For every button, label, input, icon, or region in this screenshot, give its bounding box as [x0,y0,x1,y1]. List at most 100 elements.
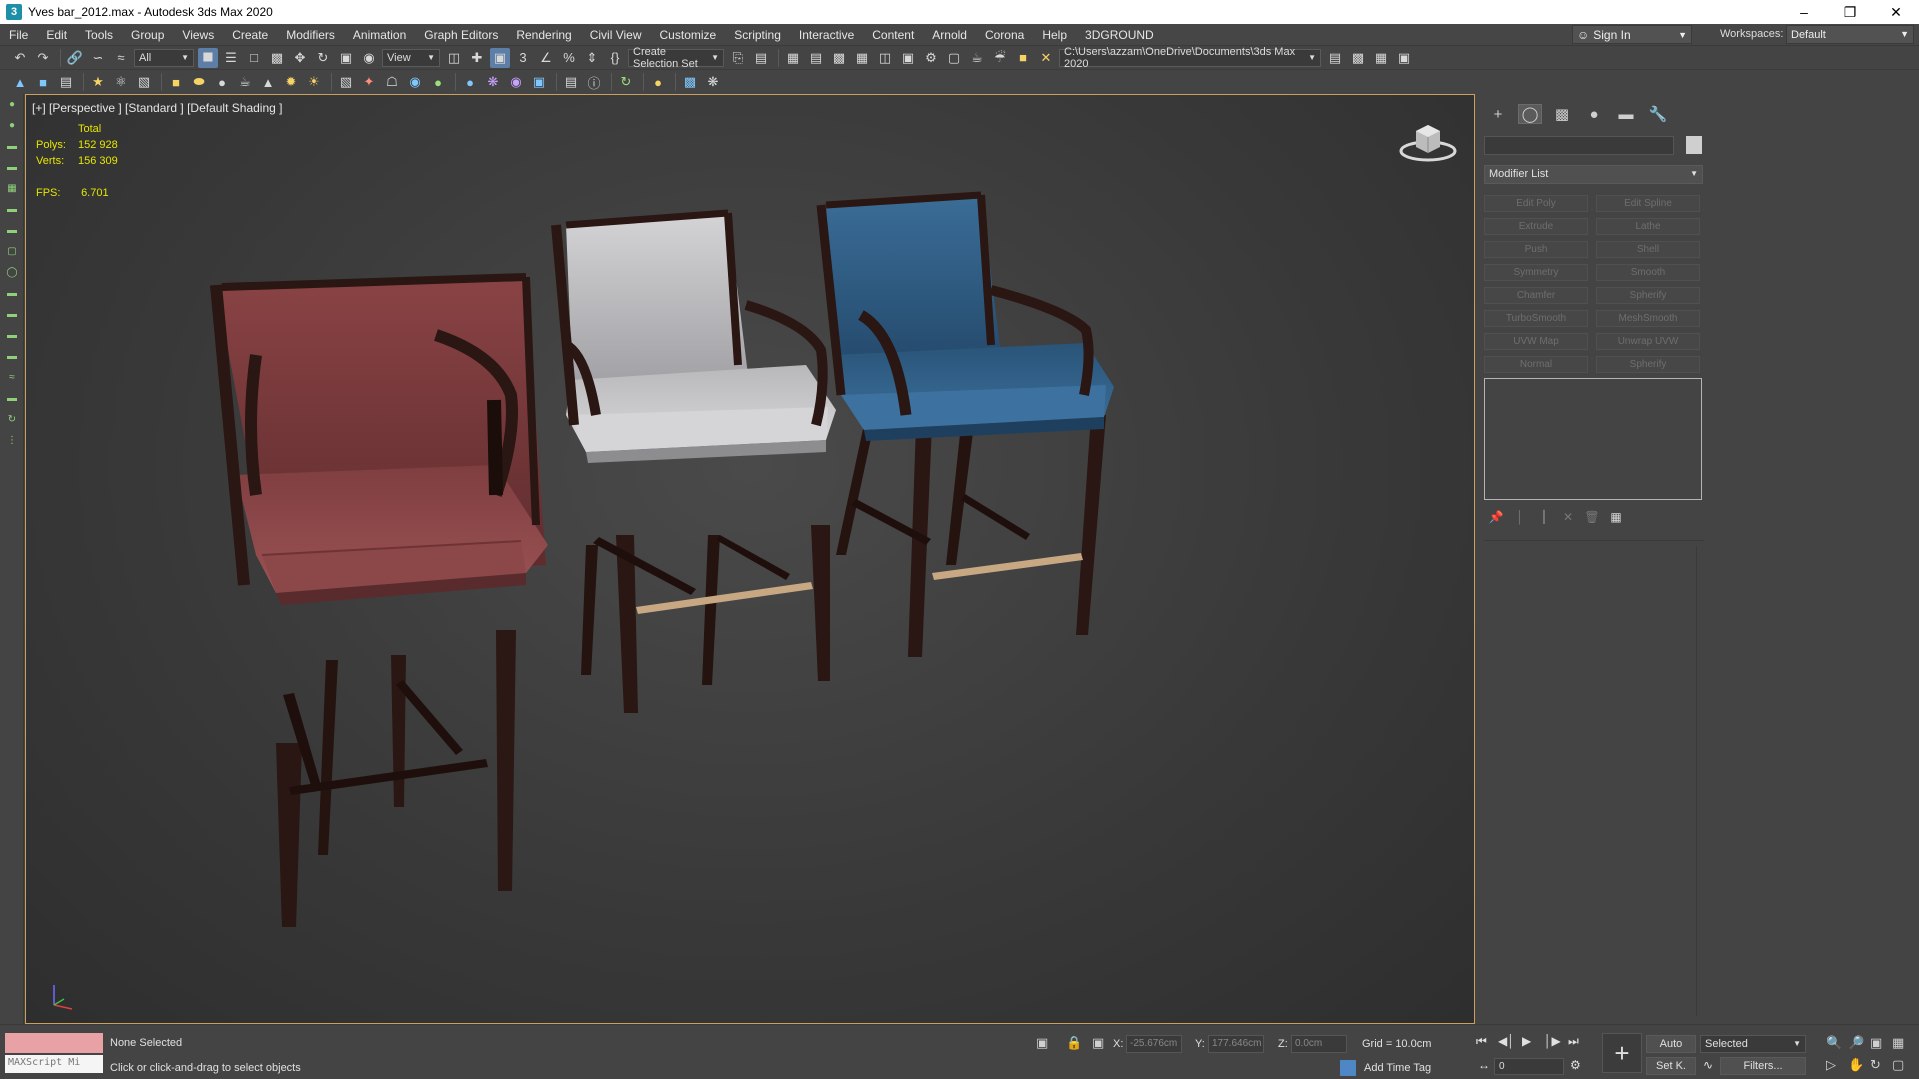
time-tag-icon[interactable] [1340,1060,1356,1076]
sun-icon[interactable]: ☀ [304,72,324,92]
uvw-map-button[interactable]: UVW Map [1484,333,1588,350]
move-icon[interactable]: ✥ [290,48,310,68]
railclone-icon[interactable]: ❋ [703,72,723,92]
particle-flow-icon[interactable]: ❋ [483,72,503,92]
menu-file[interactable]: File [0,24,37,46]
select-objects-icon[interactable]: ▲ [10,72,30,92]
selection-filter-dropdown[interactable]: All ▼ [134,48,194,67]
zoom-extents-all-icon[interactable]: ▦ [1892,1035,1904,1051]
add-time-tag[interactable]: Add Time Tag [1364,1062,1431,1074]
menu-customize[interactable]: Customize [651,24,726,46]
menu-modifiers[interactable]: Modifiers [277,24,344,46]
display-strip-icon[interactable]: ▦ [0,178,24,199]
select-by-layer-icon[interactable]: ■ [33,72,53,92]
shrink-strip-icon[interactable]: ▬ [0,346,24,367]
selection-lock-icon[interactable]: 🔒 [1066,1035,1082,1051]
go-to-end-icon[interactable]: ⏭ [1568,1034,1579,1049]
sculpt-strip-icon[interactable]: ▬ [0,283,24,304]
spherify-button-2[interactable]: Spherify [1596,356,1700,373]
meshsmooth-button[interactable]: MeshSmooth [1596,310,1700,327]
render-production-icon[interactable]: ☕ [967,48,987,68]
zoom-extents-icon[interactable]: ▣ [1870,1035,1882,1051]
spline-icon[interactable]: ✦ [359,72,379,92]
field-of-view-icon[interactable]: ▷ [1826,1057,1836,1073]
white-chair[interactable] [551,209,836,713]
play-icon[interactable]: ▶ [1522,1034,1531,1048]
camera-icon[interactable]: ▣ [529,72,549,92]
menu-animation[interactable]: Animation [344,24,415,46]
grid-icon[interactable]: ▧ [336,72,356,92]
minimize-icon[interactable]: – [1781,0,1827,24]
menu-group[interactable]: Group [122,24,173,46]
curve-editor-icon[interactable]: ▦ [852,48,872,68]
zoom-icon[interactable]: 🔍 [1826,1035,1842,1051]
hierarchy-tab-icon[interactable]: ▩ [1550,104,1574,124]
render-online-icon[interactable]: ■ [1013,48,1033,68]
modify-strip-icon[interactable]: ● [0,115,24,136]
schematic-view-icon[interactable]: ◫ [875,48,895,68]
rotate-icon[interactable]: ↻ [313,48,333,68]
smooth-button[interactable]: Smooth [1596,264,1700,281]
go-to-start-icon[interactable]: ⏮ [1476,1034,1487,1049]
loop-strip-icon[interactable]: ◯ [0,262,24,283]
object-name-field[interactable] [1484,136,1674,155]
corona-tools-icon[interactable]: ✕ [1036,48,1056,68]
blue-chair[interactable] [816,191,1114,657]
unlink-icon[interactable]: ∽ [88,48,108,68]
create-tab-icon[interactable]: + [1486,104,1510,124]
modify-tab-icon[interactable]: ◯ [1518,104,1542,124]
menu-rendering[interactable]: Rendering [507,24,580,46]
key-tangent-icon[interactable]: ∿ [1703,1058,1713,1072]
x-coordinate-field[interactable]: -25.676cm [1126,1035,1182,1053]
layer-explorer-icon[interactable]: ▤ [806,48,826,68]
show-end-result-icon[interactable]: │ [1510,508,1530,526]
red-chair[interactable] [210,273,548,927]
scale-icon[interactable]: ▣ [336,48,356,68]
menu-civil-view[interactable]: Civil View [581,24,651,46]
material-editor-icon[interactable]: ▣ [898,48,918,68]
hierarchy-icon[interactable]: ▤ [561,72,581,92]
material-sphere-icon[interactable]: ● [460,72,480,92]
pin-stack-icon[interactable]: 📌 [1486,508,1506,526]
edit-poly-button[interactable]: Edit Poly [1484,195,1588,212]
cone-icon[interactable]: ▲ [258,72,278,92]
key-filter-dropdown[interactable]: Selected ▼ [1700,1035,1806,1053]
make-unique-icon[interactable]: ┃ [1534,508,1554,526]
chamfer-button[interactable]: Chamfer [1484,287,1588,304]
link-icon[interactable]: 🔗 [65,48,85,68]
sphere-icon[interactable]: ● [212,72,232,92]
workspace-select[interactable]: Default ▼ [1786,25,1914,44]
menu-graph-editors[interactable]: Graph Editors [415,24,507,46]
box-icon[interactable]: ■ [166,72,186,92]
cylinder-icon[interactable]: ⬬ [189,72,209,92]
rectangular-selection-icon[interactable]: □ [244,48,264,68]
compound-icon[interactable]: ☖ [382,72,402,92]
edit-named-selection-icon[interactable]: {} [605,48,625,68]
symmetry-button[interactable]: Symmetry [1484,264,1588,281]
set-key-icon[interactable]: + [1602,1033,1642,1073]
select-object-icon[interactable]: ⯀ [198,47,218,68]
hierarchy-strip-icon[interactable]: ▬ [0,136,24,157]
create-strip-icon[interactable]: ● [0,94,24,115]
redo-icon[interactable]: ↷ [33,48,53,68]
project-folder-icon[interactable]: ▤ [1325,48,1345,68]
previous-frame-icon[interactable]: ◀│ [1498,1034,1515,1048]
menu-views[interactable]: Views [173,24,223,46]
keyboard-shortcut-override-icon[interactable]: ▣ [490,47,510,68]
time-configuration-icon[interactable]: ⚙ [1570,1058,1581,1072]
forest-pack-icon[interactable]: ▩ [680,72,700,92]
snap-vertex-icon[interactable]: ★ [88,72,108,92]
menu-arnold[interactable]: Arnold [923,24,976,46]
paint-strip-icon[interactable]: ▢ [0,241,24,262]
menu-interactive[interactable]: Interactive [790,24,863,46]
render-iterative-icon[interactable]: ☔ [990,48,1010,68]
extrude-button[interactable]: Extrude [1484,218,1588,235]
key-filters-button[interactable]: Filters... [1720,1057,1806,1075]
delete-modifier-icon[interactable]: 🗑 [1582,508,1602,526]
snap-edge-icon[interactable]: ⚛ [111,72,131,92]
project-new-icon[interactable]: ▩ [1348,48,1368,68]
motion-strip-icon[interactable]: ▬ [0,157,24,178]
brush-strip-icon[interactable]: ▬ [0,220,24,241]
particle-icon[interactable]: ◉ [405,72,425,92]
layer-manager-icon[interactable]: ▤ [56,72,76,92]
